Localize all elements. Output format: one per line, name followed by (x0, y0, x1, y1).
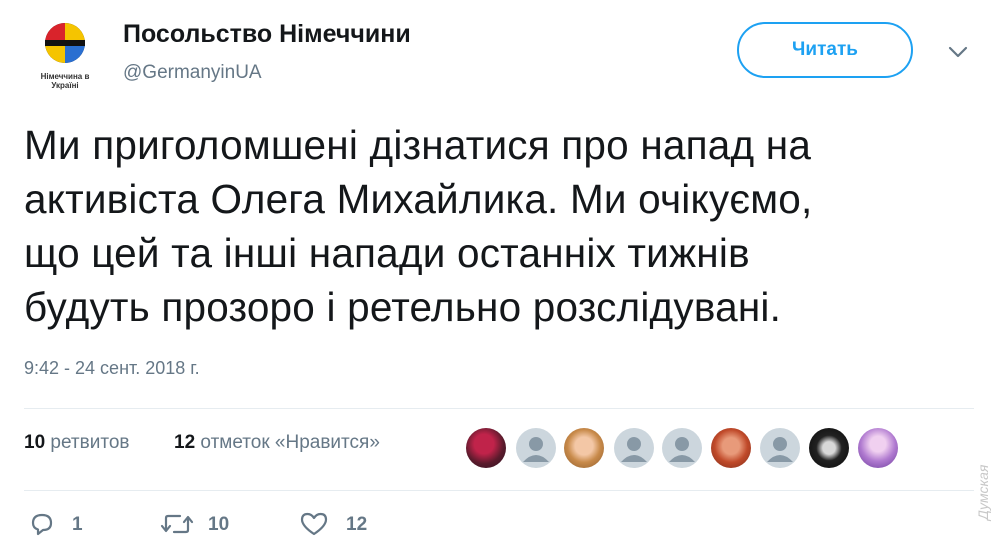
divider (24, 408, 974, 409)
retweet-icon (160, 514, 194, 534)
like-count: 12 (346, 514, 368, 535)
account-name[interactable]: Посольство Німеччини (123, 20, 411, 49)
default-avatar-icon (523, 437, 549, 462)
tweet-text-line: будуть прозоро і ретельно розслідувані. (24, 284, 782, 330)
like-button[interactable]: 12 (299, 508, 389, 538)
liker-avatar[interactable] (809, 428, 849, 468)
reply-count: 1 (72, 514, 83, 535)
liker-avatar[interactable] (711, 428, 751, 468)
reply-icon (31, 513, 53, 536)
follow-button[interactable]: Читать (737, 22, 913, 78)
watermark-text: Думская (975, 464, 991, 520)
liker-avatar[interactable] (516, 428, 556, 468)
liker-avatar[interactable] (614, 428, 654, 468)
default-avatar-icon (767, 437, 793, 462)
retweets-count: 10 (24, 432, 46, 453)
liker-avatar[interactable] (662, 428, 702, 468)
likes-count: 12 (174, 432, 196, 453)
retweet-count: 10 (208, 514, 230, 535)
tweet-timestamp[interactable]: 9:42 - 24 сент. 2018 г. (24, 358, 200, 379)
tweet-text: Ми приголомшені дізнатися про напад на а… (24, 118, 964, 334)
retweets-stat[interactable]: 10 ретвитов (24, 432, 129, 454)
watermark: Думская (975, 450, 995, 536)
liker-avatar[interactable] (858, 428, 898, 468)
avatar-caption-line: Німеччина в (40, 72, 90, 81)
liker-avatar[interactable] (466, 428, 506, 468)
likes-stat[interactable]: 12 отметок «Нравится» (174, 432, 380, 454)
retweet-button[interactable]: 10 (160, 508, 250, 538)
liker-avatar[interactable] (760, 428, 800, 468)
default-avatar-icon (669, 437, 695, 462)
tweet-header: Німеччина в Україні Посольство Німеччини… (0, 0, 1000, 100)
heart-icon (300, 512, 328, 536)
reply-button[interactable]: 1 (24, 508, 94, 538)
tweet-text-line: що цей та інші напади останніх тижнів (24, 230, 750, 276)
tweet-text-line: активіста Олега Михайлика. Ми очікуємо, (24, 176, 813, 222)
retweets-label: ретвитов (50, 432, 130, 453)
avatar[interactable]: Німеччина в Україні (24, 14, 106, 96)
liker-avatar[interactable] (564, 428, 604, 468)
default-avatar-icon (621, 437, 647, 462)
divider (24, 490, 974, 491)
avatar-caption-line: Україні (51, 81, 79, 90)
embassy-logo-icon (45, 23, 85, 63)
tweet-text-line: Ми приголомшені дізнатися про напад на (24, 122, 812, 168)
chevron-down-icon[interactable] (946, 42, 970, 62)
account-handle[interactable]: @GermanyinUA (123, 62, 262, 84)
likes-label: отметок «Нравится» (200, 432, 380, 453)
avatar-caption: Німеччина в Україні (24, 72, 106, 90)
